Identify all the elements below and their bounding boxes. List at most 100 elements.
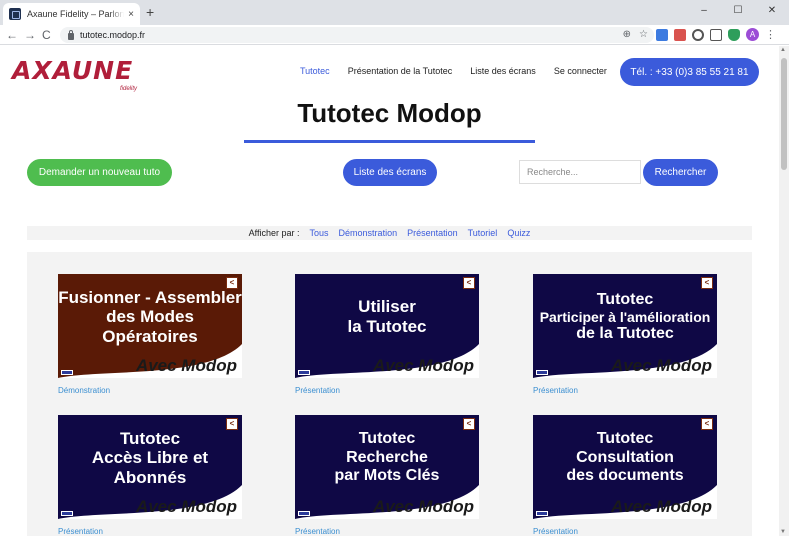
browser-tab-strip: Axaune Fidelity – Parlons bien, parlons … [0, 0, 789, 25]
extension-cast-icon[interactable] [710, 28, 722, 41]
card-category-link[interactable]: Présentation [58, 527, 242, 536]
logo-subtitle: fidelity [120, 86, 138, 92]
tutorial-thumbnail[interactable]: Fusionner - Assembler des Modes Opératoir… [58, 274, 242, 378]
tutorial-thumbnail[interactable]: Tutotec Consultation des documents < Avec Mo… [533, 415, 717, 519]
filter-label: Afficher par : [248, 228, 300, 238]
extension-pdf-icon[interactable] [674, 28, 686, 41]
card-category-link[interactable]: Présentation [533, 386, 717, 395]
tutorial-card[interactable]: Tutotec Recherche par Mots Clés < Avec Modop… [295, 415, 479, 536]
request-tutorial-button[interactable]: Demander un nouveau tuto [27, 159, 172, 186]
thumbnail-title-line: de la Tutotec [576, 325, 674, 343]
phone-button[interactable]: Tél. : +33 (0)3 85 55 21 81 [620, 58, 759, 86]
scroll-down-icon[interactable]: ▼ [780, 529, 786, 535]
thumbnail-badge-icon [536, 370, 548, 375]
extension-monitor-icon[interactable] [656, 28, 668, 41]
thumbnail-title: Utiliser la Tutotec [295, 280, 479, 354]
screens-list-button[interactable]: Liste des écrans [343, 159, 437, 186]
extensions-area: A ⋮ [656, 28, 776, 41]
nav-presentation[interactable]: Présentation de la Tutotec [348, 66, 453, 76]
extension-shield-icon[interactable] [728, 28, 740, 41]
filter-demonstration[interactable]: Démonstration [339, 228, 398, 238]
site-logo[interactable]: AXAUNE fidelity [12, 56, 137, 92]
reload-button[interactable]: C [42, 27, 51, 43]
modop-mark-icon: < [701, 277, 713, 289]
modop-mark-icon: < [226, 418, 238, 430]
thumbnail-title-line: Utiliser [358, 297, 416, 317]
thumbnail-title: Tutotec Participer à l'amélioration de la … [533, 280, 717, 354]
nav-tutotec[interactable]: Tutotec [300, 66, 330, 76]
title-underline [244, 140, 535, 143]
tutorial-thumbnail[interactable]: Utiliser la Tutotec < Avec Modop [295, 274, 479, 378]
window-controls: – ☐ ✕ [687, 0, 789, 25]
page-scrollbar[interactable]: ▲ ▼ [779, 46, 789, 536]
thumbnail-badge-icon [61, 511, 73, 516]
address-bar[interactable]: tutotec.modop.fr ⊕ ☆ [60, 27, 654, 43]
thumbnail-title-line: des documents [566, 467, 684, 485]
browser-tab[interactable]: Axaune Fidelity – Parlons bien, parlons … [3, 3, 140, 25]
thumbnail-signature: Avec Modop [372, 356, 474, 375]
filter-all[interactable]: Tous [310, 228, 329, 238]
forward-button[interactable]: → [24, 27, 36, 43]
new-tab-button[interactable]: + [146, 5, 154, 19]
profile-avatar[interactable]: A [746, 28, 759, 41]
tab-close-icon[interactable]: × [128, 9, 134, 20]
thumbnail-signature: Avec Modop [135, 497, 237, 516]
site-navigation: Tutotec Présentation de la Tutotec Liste… [300, 66, 607, 76]
bookmark-star-icon[interactable]: ☆ [639, 29, 648, 40]
browser-toolbar: ← → C tutotec.modop.fr ⊕ ☆ A ⋮ [0, 25, 789, 45]
thumbnail-title-line: par Mots Clés [334, 467, 440, 485]
back-button[interactable]: ← [6, 27, 18, 43]
thumbnail-title: Tutotec Accès Libre et Abonnés [58, 421, 242, 495]
tutorial-card[interactable]: Tutotec Accès Libre et Abonnés < Avec Modop… [58, 415, 242, 536]
logo-wordmark: AXAUNE [12, 56, 134, 85]
scrollbar-thumb[interactable] [781, 58, 787, 170]
tutorial-card[interactable]: Tutotec Participer à l'amélioration de la … [533, 274, 717, 395]
thumbnail-badge-icon [298, 511, 310, 516]
nav-screens-list[interactable]: Liste des écrans [470, 66, 536, 76]
thumbnail-badge-icon [298, 370, 310, 375]
thumbnail-title-line: Tutotec [596, 430, 654, 448]
search-input[interactable] [519, 160, 641, 184]
lock-icon[interactable] [68, 29, 74, 40]
thumbnail-title: Tutotec Consultation des documents [533, 421, 717, 495]
thumbnail-title-line: des Modes Opératoires [102, 307, 198, 346]
site-favicon-icon [9, 8, 21, 20]
thumbnail-title: Fusionner - Assembler des Modes Opératoir… [58, 280, 242, 354]
card-category-link[interactable]: Présentation [295, 386, 479, 395]
search-button[interactable]: Rechercher [643, 159, 718, 186]
modop-mark-icon: < [701, 418, 713, 430]
thumbnail-title-line: Tutotec [358, 430, 416, 448]
tutorial-card[interactable]: Fusionner - Assembler des Modes Opératoir… [58, 274, 242, 395]
tutorial-card[interactable]: Utiliser la Tutotec < Avec Modop Présentatio… [295, 274, 479, 395]
tutorial-thumbnail[interactable]: Tutotec Participer à l'amélioration de la … [533, 274, 717, 378]
maximize-button[interactable]: ☐ [721, 0, 755, 20]
zoom-icon[interactable]: ⊕ [623, 29, 631, 40]
tutorial-card[interactable]: Tutotec Consultation des documents < Avec Mo… [533, 415, 717, 536]
thumbnail-badge-icon [536, 511, 548, 516]
close-window-button[interactable]: ✕ [755, 0, 789, 20]
thumbnail-title-line: Consultation [576, 448, 674, 466]
card-category-link[interactable]: Démonstration [58, 386, 242, 395]
thumbnail-signature: Avec Modop [610, 497, 712, 516]
card-category-link[interactable]: Présentation [295, 527, 479, 536]
tutorial-thumbnail[interactable]: Tutotec Accès Libre et Abonnés < Avec Modop [58, 415, 242, 519]
scroll-up-icon[interactable]: ▲ [780, 47, 786, 53]
browser-menu-icon[interactable]: ⋮ [765, 28, 776, 41]
filter-quizz[interactable]: Quizz [507, 228, 530, 238]
filter-presentation[interactable]: Présentation [407, 228, 458, 238]
tab-title: Axaune Fidelity – Parlons bien, parlons [27, 9, 125, 19]
card-category-link[interactable]: Présentation [533, 527, 717, 536]
page-viewport: AXAUNE fidelity Tutotec Présentation de … [0, 46, 779, 536]
modop-mark-icon: < [463, 418, 475, 430]
tutorial-thumbnail[interactable]: Tutotec Recherche par Mots Clés < Avec Modop [295, 415, 479, 519]
modop-mark-icon: < [463, 277, 475, 289]
modop-mark-icon: < [226, 277, 238, 289]
thumbnail-title-line: Fusionner - Assembler [58, 287, 242, 307]
minimize-button[interactable]: – [687, 0, 721, 20]
filter-tutorial[interactable]: Tutoriel [468, 228, 498, 238]
extension-circle-icon[interactable] [692, 28, 704, 41]
nav-login[interactable]: Se connecter [554, 66, 607, 76]
thumbnail-title-line: Tutotec [119, 428, 181, 448]
thumbnail-signature: Avec Modop [135, 356, 237, 375]
url-text[interactable]: tutotec.modop.fr [80, 30, 145, 40]
